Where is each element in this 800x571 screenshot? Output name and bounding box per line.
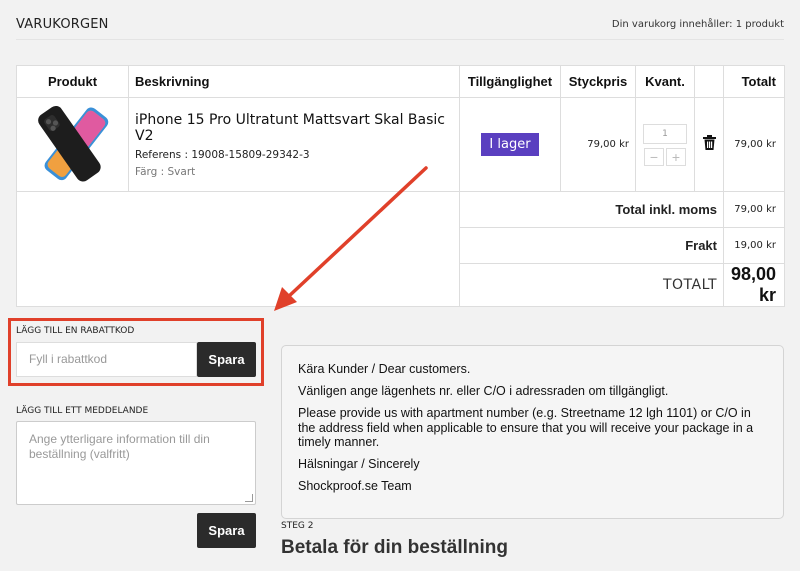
- grand-total-value: 98,00 kr: [723, 263, 785, 307]
- message-save-button[interactable]: Spara: [197, 513, 256, 548]
- product-name-link[interactable]: iPhone 15 Pro Ultratunt Mattsvart Skal B…: [135, 112, 459, 144]
- discount-save-button[interactable]: Spara: [197, 342, 256, 377]
- notice-line: Hälsningar / Sincerely: [298, 457, 420, 471]
- notice-line: Kära Kunder / Dear customers.: [298, 362, 471, 376]
- message-label: LÄGG TILL ETT MEDDELANDE: [16, 406, 149, 416]
- delete-cell: [694, 97, 724, 192]
- table-row: iPhone 15 Pro Ultratunt Mattsvart Skal B…: [16, 97, 785, 192]
- col-header-total: Totalt: [723, 65, 785, 98]
- step-label: STEG 2: [281, 521, 314, 531]
- message-placeholder: Ange ytterligare information till din be…: [29, 432, 210, 461]
- summary-blank: [16, 191, 460, 307]
- shipping-label: Frakt: [459, 227, 724, 264]
- product-reference: Referens : 19008-15809-29342-3: [135, 148, 310, 161]
- trash-icon[interactable]: [702, 135, 716, 154]
- notice-line: Shockproof.se Team: [298, 479, 412, 493]
- table-header-row: Produkt Beskrivning Tillgänglighet Styck…: [16, 65, 785, 98]
- availability-cell: I lager: [459, 97, 561, 192]
- cart-count: Din varukorg innehåller: 1 produkt: [611, 19, 784, 30]
- product-color: Färg : Svart: [135, 165, 196, 178]
- phone-case-image: [38, 105, 109, 182]
- col-header-unit-price: Styckpris: [560, 65, 636, 98]
- cart-header: VARUKORGEN Din varukorg innehåller: 1 pr…: [0, 0, 800, 50]
- total-incl-vat-label: Total inkl. moms: [459, 191, 724, 228]
- shipping-value: 19,00 kr: [723, 227, 785, 264]
- summary-row-vat: Total inkl. moms 79,00 kr: [16, 191, 785, 307]
- notice-line: Vänligen ange lägenhets nr. eller C/O i …: [298, 384, 669, 398]
- message-textarea[interactable]: Ange ytterligare information till din be…: [16, 421, 256, 505]
- product-image[interactable]: [17, 98, 128, 191]
- discount-code-input[interactable]: Fyll i rabattkod: [16, 342, 197, 377]
- notice-line: Please provide us with apartment number …: [298, 406, 754, 449]
- product-image-cell[interactable]: [16, 97, 129, 192]
- decrement-quantity-button[interactable]: −: [644, 147, 664, 166]
- col-header-empty: [694, 65, 724, 98]
- product-description-cell: iPhone 15 Pro Ultratunt Mattsvart Skal B…: [128, 97, 460, 192]
- col-header-product: Produkt: [16, 65, 129, 98]
- grand-total-label: TOTALT: [459, 263, 724, 307]
- stock-badge: I lager: [481, 133, 539, 156]
- quantity-cell: 1 − +: [635, 97, 695, 192]
- header-divider: [16, 39, 784, 40]
- line-total: 79,00 kr: [723, 97, 785, 192]
- quantity-input[interactable]: 1: [643, 123, 687, 144]
- customer-notice: Kära Kunder / Dear customers. Vänligen a…: [281, 345, 784, 519]
- increment-quantity-button[interactable]: +: [666, 147, 686, 166]
- step-title: Betala för din beställning: [281, 537, 508, 558]
- total-incl-vat-value: 79,00 kr: [723, 191, 785, 228]
- col-header-availability: Tillgänglighet: [459, 65, 561, 98]
- col-header-description: Beskrivning: [128, 65, 460, 98]
- page-title: VARUKORGEN: [16, 17, 109, 32]
- resize-handle-icon[interactable]: [245, 494, 253, 502]
- discount-label: LÄGG TILL EN RABATTKOD: [16, 326, 135, 336]
- cart-table: Produkt Beskrivning Tillgänglighet Styck…: [16, 65, 785, 307]
- col-header-quantity: Kvant.: [635, 65, 695, 98]
- unit-price: 79,00 kr: [560, 97, 636, 192]
